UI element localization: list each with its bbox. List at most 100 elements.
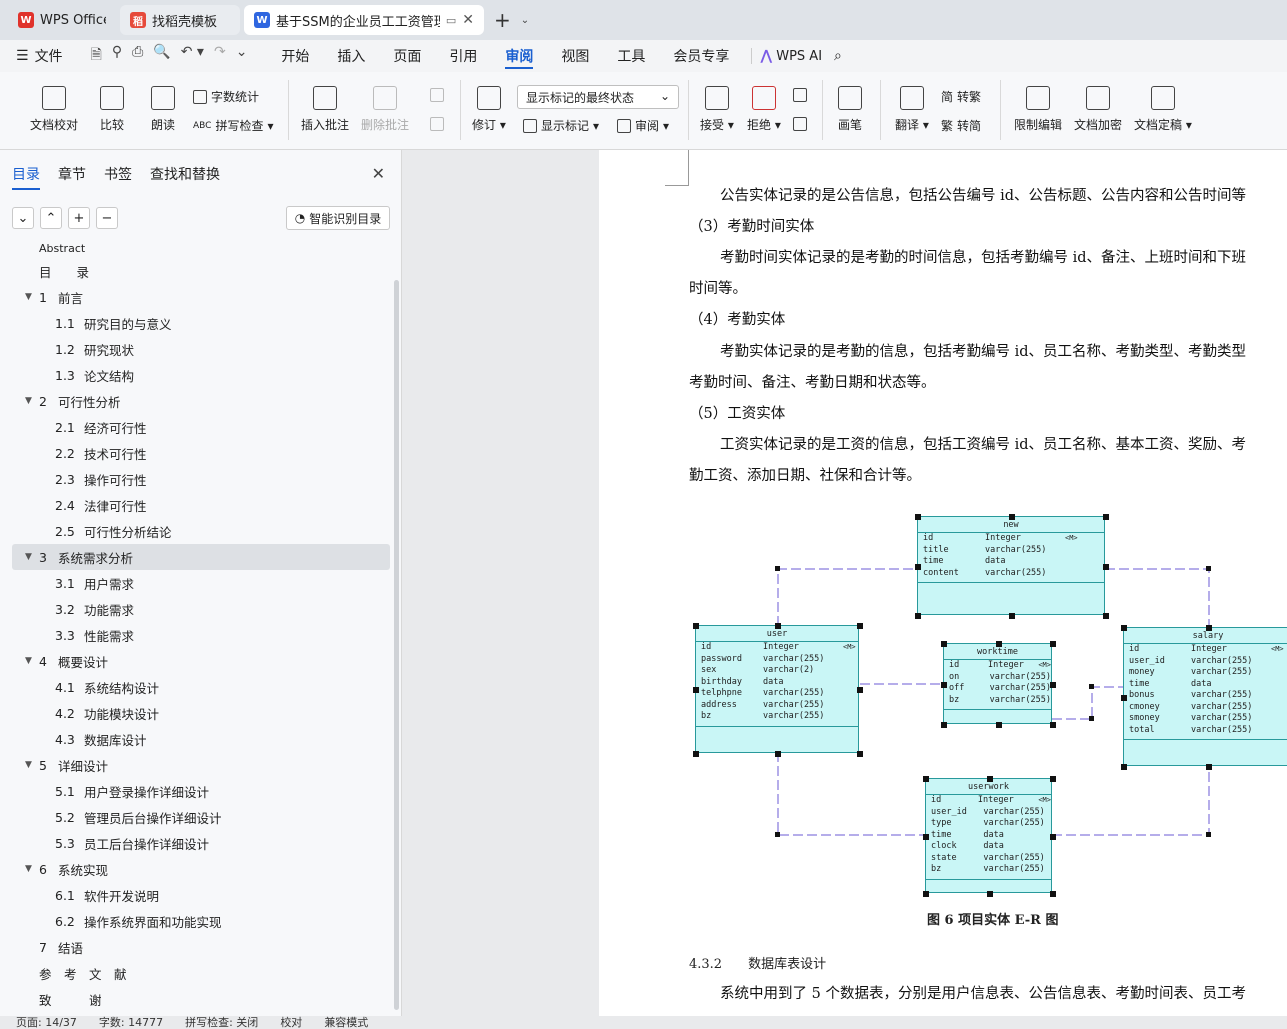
toc-item[interactable]: 目 录 xyxy=(12,258,390,284)
restrict-edit-button[interactable]: 限制编辑 xyxy=(1014,86,1062,133)
compare-button[interactable]: 比较 xyxy=(100,86,124,133)
resize-handle[interactable] xyxy=(1206,764,1212,770)
toc-item[interactable]: 2.2 技术可行性 xyxy=(12,440,390,466)
scrollbar[interactable] xyxy=(394,280,399,1010)
save-icon[interactable]: 🗎 xyxy=(91,44,102,68)
toc-item[interactable]: 1.2 研究现状 xyxy=(12,336,390,362)
resize-handle[interactable] xyxy=(915,514,921,520)
resize-handle[interactable] xyxy=(775,623,781,629)
toc-item[interactable]: ▼ 5 详细设计 xyxy=(12,752,390,778)
toc-item[interactable]: 2.4 法律可行性 xyxy=(12,492,390,518)
resize-handle[interactable] xyxy=(1050,641,1056,647)
resize-handle[interactable] xyxy=(923,833,929,840)
resize-handle[interactable] xyxy=(693,623,699,629)
menu-insert[interactable]: 插入 xyxy=(323,40,379,72)
review-pane-button[interactable]: 审阅 ▾ xyxy=(617,117,669,134)
toc-item[interactable]: 6.1 软件开发说明 xyxy=(12,882,390,908)
spell-check-button[interactable]: ABC 拼写检查 ▾ xyxy=(193,117,274,134)
resize-handle[interactable] xyxy=(995,722,1002,728)
to-traditional-button[interactable]: 简转繁 xyxy=(941,88,981,105)
toc-item[interactable]: ▼ 2 可行性分析 xyxy=(12,388,390,414)
resize-handle[interactable] xyxy=(1050,776,1056,782)
resize-handle[interactable] xyxy=(941,681,947,688)
resize-handle[interactable] xyxy=(1103,563,1109,570)
resize-handle[interactable] xyxy=(923,776,929,782)
translate-button[interactable]: 翻译 ▾ xyxy=(895,86,929,133)
search-icon[interactable]: ⌕ xyxy=(834,48,842,64)
close-icon[interactable]: ✕ xyxy=(372,164,385,183)
print-icon[interactable]: ⎙ xyxy=(132,44,143,68)
monitor-icon[interactable]: ▭ xyxy=(446,14,456,27)
toc-item[interactable]: 6.2 操作系统界面和功能实现 xyxy=(12,908,390,934)
menu-reference[interactable]: 引用 xyxy=(435,40,491,72)
expand-caret-icon[interactable]: ▼ xyxy=(25,760,32,770)
reject-button[interactable]: 拒绝 ▾ xyxy=(747,86,781,133)
remove-level-icon[interactable]: − xyxy=(96,207,118,229)
toc-item[interactable]: 3.3 性能需求 xyxy=(12,622,390,648)
toc-item[interactable]: 2.5 可行性分析结论 xyxy=(12,518,390,544)
resize-handle[interactable] xyxy=(693,751,699,757)
tab-find-replace[interactable]: 查找和替换 xyxy=(150,164,220,184)
resize-handle[interactable] xyxy=(915,613,921,619)
menu-start[interactable]: 开始 xyxy=(267,40,323,72)
proof-status[interactable]: 校对 xyxy=(280,1016,302,1029)
toc-item[interactable]: 5.2 管理员后台操作详细设计 xyxy=(12,804,390,830)
resize-handle[interactable] xyxy=(1206,625,1212,631)
toc-item[interactable]: 3.2 功能需求 xyxy=(12,596,390,622)
toc-item[interactable]: 2.1 经济可行性 xyxy=(12,414,390,440)
resize-handle[interactable] xyxy=(693,687,699,693)
toc-item[interactable]: ▼ 4 概要设计 xyxy=(12,648,390,674)
toc-item[interactable]: ▼ 1 前言 xyxy=(12,284,390,310)
resize-handle[interactable] xyxy=(857,623,863,629)
toc-item[interactable]: 4.2 功能模块设计 xyxy=(12,700,390,726)
resize-handle[interactable] xyxy=(1121,764,1127,770)
resize-handle[interactable] xyxy=(995,641,1002,647)
new-tab-plus-icon[interactable]: + xyxy=(488,8,517,32)
toc-item[interactable]: 1.1 研究目的与意义 xyxy=(12,310,390,336)
expand-chevron-icon[interactable]: ⌄ xyxy=(12,207,34,229)
tab-document[interactable]: W 基于SSM的企业员工工资管理系 ▭ ✕ xyxy=(244,5,484,35)
toc-item[interactable]: ▼ 3 系统需求分析 xyxy=(12,544,390,570)
menu-view[interactable]: 视图 xyxy=(547,40,603,72)
menu-tools[interactable]: 工具 xyxy=(603,40,659,72)
resize-handle[interactable] xyxy=(1050,891,1056,897)
tab-bookmarks[interactable]: 书签 xyxy=(104,164,132,184)
delete-comment-button[interactable]: 删除批注 xyxy=(361,86,409,133)
toc-item[interactable]: 7 结语 xyxy=(12,934,390,960)
toc-item[interactable]: 5.3 员工后台操作详细设计 xyxy=(12,830,390,856)
collapse-chevron-icon[interactable]: ⌃ xyxy=(40,207,62,229)
page-indicator[interactable]: 页面: 14/37 xyxy=(16,1016,77,1029)
resize-handle[interactable] xyxy=(1121,694,1127,701)
expand-caret-icon[interactable]: ▼ xyxy=(25,864,32,874)
tab-wps-office[interactable]: W WPS Office xyxy=(8,5,116,35)
revise-button[interactable]: 修订 ▾ xyxy=(472,86,506,133)
menu-file[interactable]: 文件 xyxy=(35,46,63,66)
expand-caret-icon[interactable]: ▼ xyxy=(25,396,32,406)
accept-button[interactable]: 接受 ▾ xyxy=(700,86,734,133)
tab-docer-templates[interactable]: 稻 找稻壳模板 xyxy=(120,5,240,35)
menu-wps-ai[interactable]: WPS AI xyxy=(776,49,822,64)
toc-item[interactable]: 1.3 论文结构 xyxy=(12,362,390,388)
menu-member[interactable]: 会员专享 xyxy=(659,40,743,72)
resize-handle[interactable] xyxy=(1009,514,1015,520)
toc-item[interactable]: 3.1 用户需求 xyxy=(12,570,390,596)
print-preview-icon[interactable]: 🔍 xyxy=(153,44,170,68)
resize-handle[interactable] xyxy=(915,563,921,570)
doc-check-button[interactable]: 文档校对 xyxy=(30,86,78,133)
spell-check-status[interactable]: 拼写检查: 关闭 xyxy=(185,1016,258,1029)
resize-handle[interactable] xyxy=(941,641,947,647)
smart-toc-button[interactable]: ◔ 智能识别目录 xyxy=(286,206,390,230)
redo-icon[interactable]: ↷ xyxy=(214,44,226,68)
resize-handle[interactable] xyxy=(857,751,863,757)
resize-handle[interactable] xyxy=(1050,833,1056,840)
more-chevron-icon[interactable]: ⌄ xyxy=(236,44,248,68)
resize-handle[interactable] xyxy=(1050,681,1056,688)
expand-caret-icon[interactable]: ▼ xyxy=(25,552,32,562)
resize-handle[interactable] xyxy=(923,891,929,897)
toc-item[interactable]: 4.3 数据库设计 xyxy=(12,726,390,752)
hamburger-icon[interactable]: ☰ xyxy=(16,48,29,64)
finalize-button[interactable]: 文档定稿 ▾ xyxy=(1134,86,1192,133)
resize-handle[interactable] xyxy=(1103,514,1109,520)
close-tab-icon[interactable]: ✕ xyxy=(462,12,474,28)
insert-comment-button[interactable]: 插入批注 xyxy=(301,86,349,133)
